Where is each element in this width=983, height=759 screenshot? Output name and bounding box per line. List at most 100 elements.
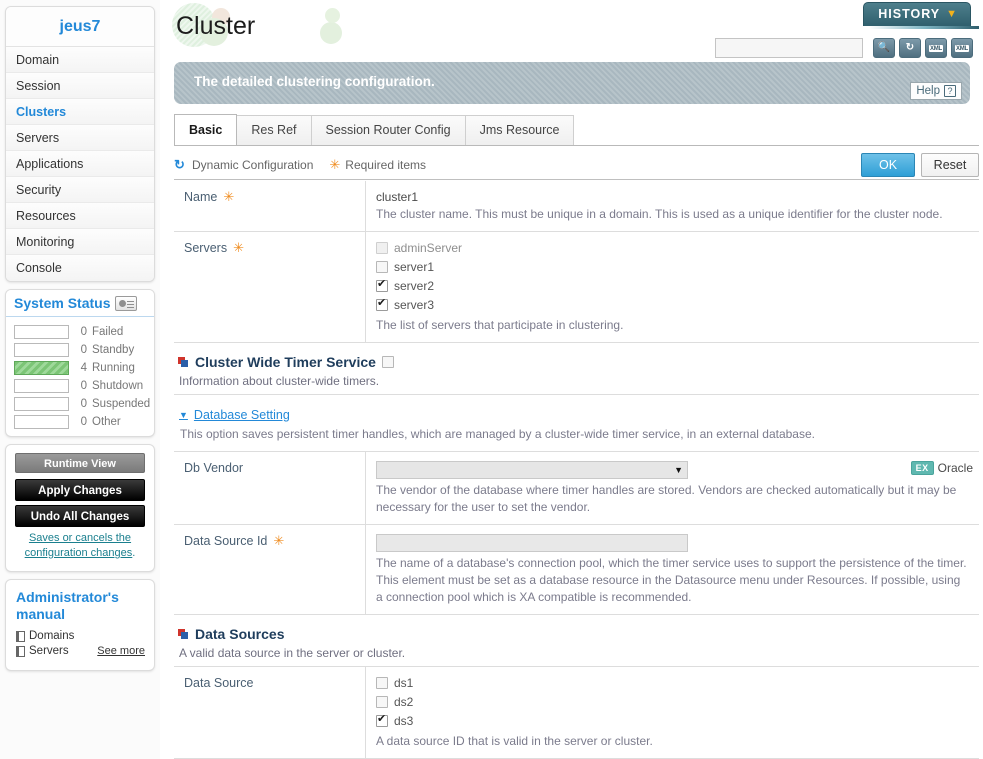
sidebar-item-security[interactable]: Security xyxy=(6,177,154,203)
sidebar-item-label: Monitoring xyxy=(16,235,75,249)
actions-hint-link[interactable]: Saves or cancels the configuration chang… xyxy=(25,532,133,559)
page-title: Cluster xyxy=(176,12,256,40)
see-more-link[interactable]: See more xyxy=(97,645,145,657)
server-option-server3[interactable]: server3 xyxy=(376,297,969,312)
tab-basic[interactable]: Basic xyxy=(174,114,238,145)
xml-import-icon[interactable]: XML xyxy=(925,38,947,58)
data-source-option-ds2[interactable]: ds2 xyxy=(376,695,969,709)
sidebar-item-clusters[interactable]: Clusters xyxy=(6,99,154,125)
status-label: Running xyxy=(92,362,135,374)
checkbox[interactable] xyxy=(376,297,388,311)
status-row-shutdown: 0 Shutdown xyxy=(6,377,154,395)
form-label-servers: Servers ✳ xyxy=(174,232,366,342)
sidebar-item-label: Session xyxy=(16,79,61,93)
checkbox xyxy=(376,242,388,254)
nav-list: Domain Session Clusters Servers Applications… xyxy=(6,47,154,281)
manual-link-label: Servers xyxy=(29,645,69,657)
history-button[interactable]: HISTORY ▼ xyxy=(863,2,971,26)
server-option-server2[interactable]: server2 xyxy=(376,278,969,293)
tab-session-router-config[interactable]: Session Router Config xyxy=(310,115,466,145)
status-count: 4 xyxy=(80,362,87,374)
reset-button[interactable]: Reset xyxy=(921,152,979,177)
form-value-data-source: ds1 ds2 ds3 A data source ID that is valid… xyxy=(366,667,979,758)
asterisk-icon: ✳ xyxy=(329,157,341,172)
sidebar-item-session[interactable]: Session xyxy=(6,73,154,99)
undo-all-changes-button[interactable]: Undo All Changes xyxy=(15,505,145,527)
tab-jms-resource[interactable]: Jms Resource xyxy=(464,115,575,145)
sidebar-item-resources[interactable]: Resources xyxy=(6,203,154,229)
book-icon xyxy=(16,645,25,657)
form-desc: The name of a database's connection pool… xyxy=(376,556,967,604)
section-data-sources: Data Sources xyxy=(174,615,979,644)
checkbox[interactable] xyxy=(376,677,388,689)
checkbox-label: ds1 xyxy=(394,676,414,690)
form-label-name: Name ✳ xyxy=(174,181,366,231)
sidebar-item-label: Applications xyxy=(16,157,84,171)
checkbox[interactable] xyxy=(376,278,388,292)
servers-checkbox-group: adminServer server1 server2 server3 xyxy=(376,241,969,312)
apply-changes-button[interactable]: Apply Changes xyxy=(15,479,145,501)
sidebar: jeus7 Domain Session Clusters Servers Applic… xyxy=(0,0,160,759)
data-source-checkbox-group: ds1 ds2 ds3 xyxy=(376,676,969,728)
legend-bar: ↻ Dynamic Configuration ✳ Required items… xyxy=(174,150,979,180)
data-source-id-input[interactable] xyxy=(376,534,688,552)
form-row-data-source-id: Data Source Id ✳ The name of a database'… xyxy=(174,525,979,615)
section-cluster-wide-timer-service: Cluster Wide Timer Service xyxy=(174,343,979,372)
server-option-server1[interactable]: server1 xyxy=(376,260,969,274)
legend-dynamic-label: Dynamic Configuration xyxy=(192,157,314,172)
status-label: Failed xyxy=(92,326,124,338)
runtime-view-button[interactable]: Runtime View xyxy=(15,453,145,473)
sidebar-item-applications[interactable]: Applications xyxy=(6,151,154,177)
db-vendor-select[interactable]: ▼ xyxy=(376,461,688,479)
asterisk-icon: ✳ xyxy=(233,240,244,255)
banner-text: The detailed clustering configuration. xyxy=(194,74,435,89)
data-source-option-ds1[interactable]: ds1 xyxy=(376,676,969,690)
db-vendor-detected: EX Oracle xyxy=(910,461,973,475)
checkbox-label: ds2 xyxy=(394,695,414,709)
db-vendor-example-value: Oracle xyxy=(937,461,973,475)
sidebar-item-monitoring[interactable]: Monitoring xyxy=(6,229,154,255)
cluster-wide-timer-service-checkbox[interactable] xyxy=(381,356,394,368)
actions-hint: Saves or cancels the configuration chang… xyxy=(15,531,145,561)
search-input[interactable] xyxy=(715,38,863,58)
database-setting-toggle[interactable]: ▼ Database Setting xyxy=(179,408,290,422)
search-icon[interactable]: 🔍 xyxy=(873,38,895,58)
checkbox-label: server3 xyxy=(394,298,435,312)
manual-item-domains[interactable]: Domains xyxy=(16,630,145,642)
form-desc: The list of servers that participate in … xyxy=(376,318,624,332)
manual-item-servers[interactable]: Servers See more xyxy=(16,645,145,657)
section-desc: A valid data source in the server or clu… xyxy=(179,646,406,660)
nav-panel: jeus7 Domain Session Clusters Servers Applic… xyxy=(5,6,155,282)
status-bar xyxy=(14,343,69,357)
help-button[interactable]: Help ? xyxy=(910,82,962,100)
decor-circle-icon xyxy=(325,8,340,23)
status-row-failed: 0 Failed xyxy=(6,323,154,341)
status-row-suspended: 0 Suspended xyxy=(6,395,154,413)
tab-res-ref[interactable]: Res Ref xyxy=(236,115,312,145)
xml-export-icon[interactable]: XML xyxy=(951,38,973,58)
checkbox[interactable] xyxy=(376,261,388,273)
manual-link-label: Domains xyxy=(29,630,75,642)
status-count: 0 xyxy=(80,398,87,410)
form-label-text: Servers xyxy=(184,241,228,255)
form-value-data-source-id: The name of a database's connection pool… xyxy=(366,525,979,614)
checkbox[interactable] xyxy=(376,713,388,727)
ok-button[interactable]: OK xyxy=(861,152,915,177)
sidebar-item-servers[interactable]: Servers xyxy=(6,125,154,151)
server-option-adminServer[interactable]: adminServer xyxy=(376,241,969,255)
form-desc: The cluster name. This must be unique in… xyxy=(376,207,943,221)
monitor-chart-icon[interactable] xyxy=(115,295,138,311)
brand-title: jeus7 xyxy=(6,7,154,47)
system-status-panel: System Status 0 Failed 0 Standby 4 Running 0 Sh… xyxy=(5,289,155,437)
sidebar-item-console[interactable]: Console xyxy=(6,255,154,281)
status-bar xyxy=(14,397,69,411)
legend-required-items: ✳ Required items xyxy=(329,158,426,172)
checkbox[interactable] xyxy=(376,696,388,708)
form-desc: A data source ID that is valid in the se… xyxy=(376,734,653,748)
actions-panel: Runtime View Apply Changes Undo All Chan… xyxy=(5,444,155,572)
sidebar-item-domain[interactable]: Domain xyxy=(6,47,154,73)
caret-down-icon: ▼ xyxy=(179,410,188,420)
data-source-option-ds3[interactable]: ds3 xyxy=(376,713,969,728)
page-header: Cluster HISTORY ▼ 🔍 ↻ XML XML xyxy=(160,0,983,60)
refresh-icon[interactable]: ↻ xyxy=(899,38,921,58)
